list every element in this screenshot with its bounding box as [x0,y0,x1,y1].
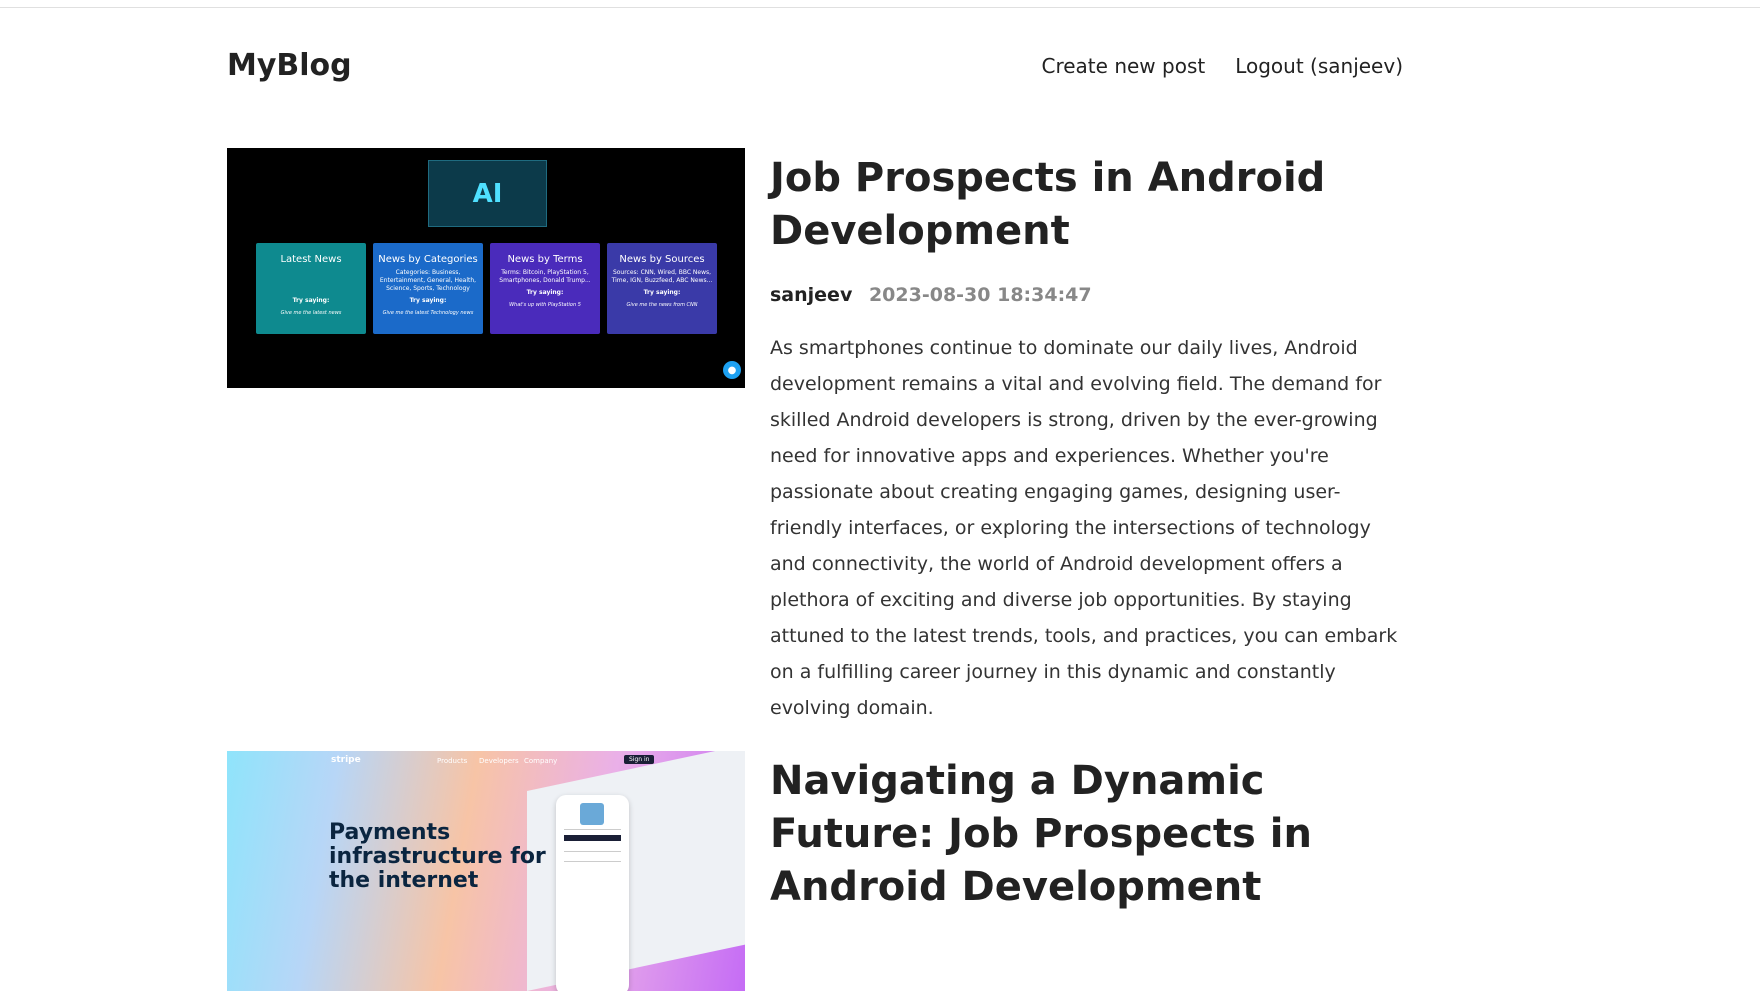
phone-line [564,851,621,852]
card-example: What's up with PlayStation 5 [509,302,581,308]
phone-mockup [556,795,629,991]
ai-logo: AI [428,160,547,227]
phone-line [564,829,621,830]
card-try: Try saying: [643,289,681,296]
post-summary: As smartphones continue to dominate our … [770,337,1398,719]
card-try: Try saying: [526,289,564,296]
card-try: Try saying: [409,297,447,304]
site-header: MyBlog Create new post Logout (sanjeev) [227,40,1403,95]
card-title: News by Terms [507,254,583,265]
post-title[interactable]: Navigating a Dynamic Future: Job Prospec… [770,751,1403,914]
stripe-navbar: stripe Products Developers Company Sign … [227,753,745,769]
card-example: Give me the latest Technology news [382,310,474,316]
stripe-nav-item: Products [437,757,468,765]
card-details [256,269,366,293]
post-author: sanjeev [770,284,853,306]
card-details: Terms: Bitcoin, PlayStation 5, Smartphon… [499,269,591,284]
news-card-categories: News by Categories Categories: Business,… [373,243,483,334]
post-image[interactable]: stripe Products Developers Company Sign … [227,751,745,991]
phone-line [564,861,621,862]
product-image [580,803,604,825]
news-card-sources: News by Sources Sources: CNN, Wired, BBC… [607,243,717,334]
logout-link[interactable]: Logout (sanjeev) [1235,54,1403,78]
news-card-latest: Latest News Try saying: Give me the late… [256,243,366,334]
stripe-logo: stripe [331,755,361,765]
post-meta: sanjeev 2023-08-30 18:34:47 [770,284,1403,306]
post-image[interactable]: AI Latest News Try saying: Give me the l… [227,148,745,388]
card-try: Try saying: [292,297,330,304]
card-title: Latest News [280,254,342,265]
top-divider [0,7,1760,8]
stripe-nav-item: Developers [479,757,519,765]
card-title: News by Sources [619,254,705,265]
post-body: Navigating a Dynamic Future: Job Prospec… [770,751,1403,914]
stripe-signin-button: Sign in [624,755,655,764]
create-post-link[interactable]: Create new post [1042,54,1206,78]
card-title: News by Categories [378,254,478,265]
post-date: 2023-08-30 18:34:47 [868,284,1092,306]
stripe-nav-item: Company [524,757,558,765]
card-details: Categories: Business, Entertainment, Gen… [379,269,477,292]
stripe-headline: Payments infrastructure for the internet [329,820,546,893]
card-details: Sources: CNN, Wired, BBC News, Time, IGN… [611,269,713,284]
card-example: Give me the news from CNN [626,302,698,308]
post-title[interactable]: Job Prospects in Android Development [770,148,1403,258]
site-logo[interactable]: MyBlog [227,48,352,83]
post-body: Job Prospects in Android Development san… [770,148,1403,745]
ai-logo-text: AI [472,178,503,209]
microphone-icon: ● [723,361,741,379]
news-card-terms: News by Terms Terms: Bitcoin, PlayStatio… [490,243,600,334]
phone-pay-button [564,835,621,841]
main-nav: Create new post Logout (sanjeev) [1042,54,1404,78]
card-example: Give me the latest news [280,310,342,316]
